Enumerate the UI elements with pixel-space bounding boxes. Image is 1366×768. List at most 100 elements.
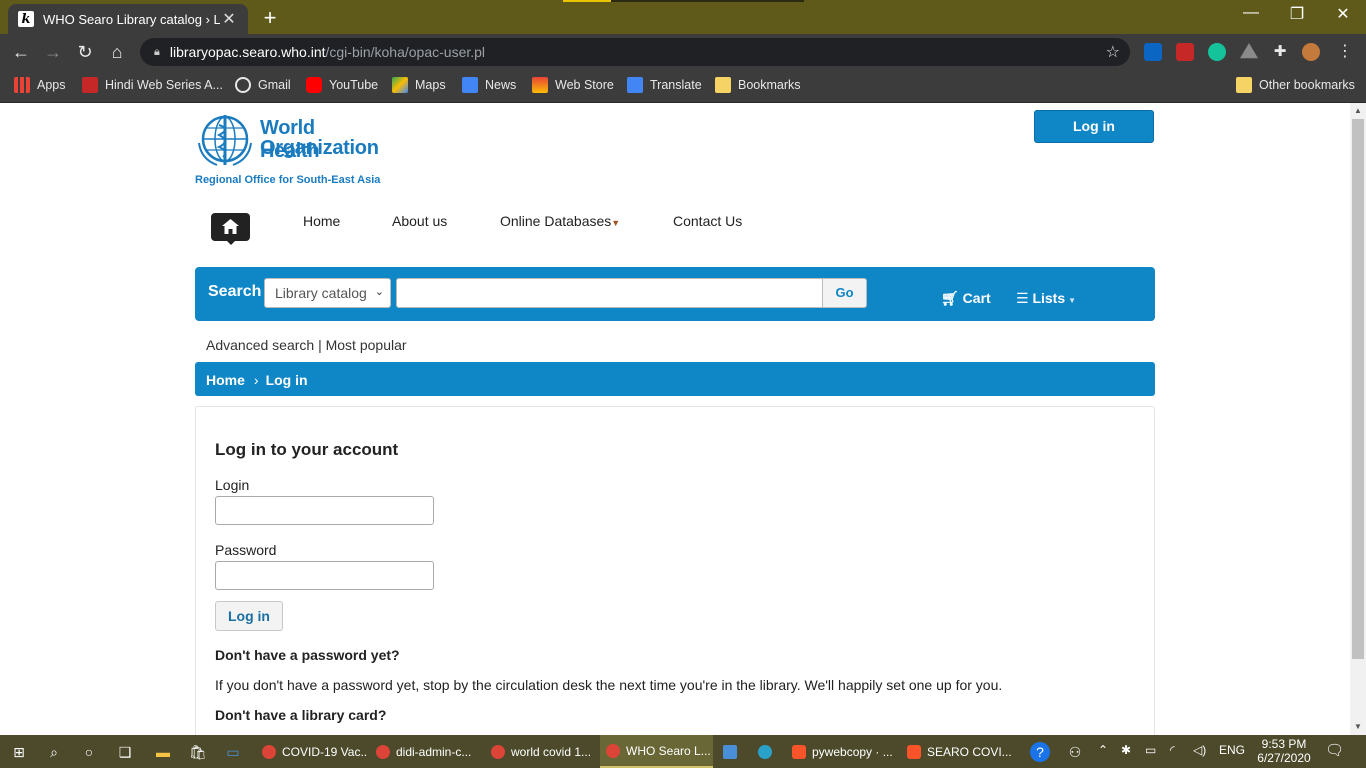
new-tab-button[interactable]: + bbox=[258, 5, 282, 31]
bookmark-bookmarks-folder[interactable]: Bookmarks bbox=[715, 77, 801, 93]
taskbar-app-world-covid[interactable]: world covid 1... bbox=[485, 735, 597, 768]
bookmark-youtube[interactable]: YouTube bbox=[306, 77, 378, 93]
file-explorer-icon[interactable]: ▬ bbox=[153, 742, 173, 762]
search-input[interactable] bbox=[396, 278, 823, 308]
taskbar-app-who-searo[interactable]: WHO Searo L... bbox=[600, 735, 713, 768]
bookmark-news[interactable]: News bbox=[462, 77, 516, 93]
profile-avatar[interactable] bbox=[1302, 43, 1320, 61]
extensions-puzzle-icon[interactable]: ✚ bbox=[1271, 43, 1289, 61]
restore-icon[interactable]: ❐ bbox=[1274, 4, 1320, 24]
bookmark-translate[interactable]: Translate bbox=[627, 77, 702, 93]
task-view-icon[interactable]: ❑ bbox=[115, 742, 135, 762]
scroll-up-icon[interactable]: ▲ bbox=[1350, 103, 1366, 119]
bookmark-apps[interactable]: Apps bbox=[14, 77, 66, 93]
cortana-icon[interactable]: ○ bbox=[79, 742, 99, 762]
cart-label: Cart bbox=[962, 290, 991, 306]
windows-taskbar: ⊞ ⌕ ○ ❑ ▬ 🛍︎ ▭ COVID-19 Vac... didi-admi… bbox=[0, 735, 1366, 768]
bookmark-label: Other bookmarks bbox=[1259, 78, 1355, 92]
bookmark-label: Apps bbox=[37, 78, 66, 92]
monitor-icon[interactable]: ▭ bbox=[223, 742, 243, 762]
password-field[interactable] bbox=[215, 561, 434, 590]
translate-icon bbox=[627, 77, 643, 93]
logo-subtitle: Regional Office for South-East Asia bbox=[195, 174, 381, 186]
back-icon[interactable]: ← bbox=[9, 40, 33, 64]
taskbar-app-edge[interactable] bbox=[752, 735, 782, 768]
drive-icon[interactable] bbox=[1240, 43, 1258, 59]
cart-link[interactable]: 🛒︎ Cart bbox=[941, 290, 991, 307]
address-bar[interactable]: 🔒︎ libraryopac.searo.who.int/cgi-bin/koh… bbox=[140, 38, 1130, 66]
volume-icon[interactable]: ◁) bbox=[1193, 743, 1206, 757]
who-logo[interactable]: World Health Organization Regional Offic… bbox=[195, 111, 380, 186]
advanced-search-link[interactable]: Advanced search bbox=[206, 337, 314, 353]
breadcrumb-current[interactable]: Log in bbox=[266, 372, 308, 388]
bookmark-extension-icon[interactable] bbox=[1176, 43, 1194, 61]
close-window-icon[interactable]: ✕ bbox=[1320, 4, 1366, 24]
header-login-button[interactable]: Log in bbox=[1034, 110, 1154, 143]
brave-icon bbox=[907, 744, 921, 759]
browser-tab-active[interactable]: k WHO Searo Library catalog › Log ✕ bbox=[8, 4, 248, 34]
bookmark-gmail[interactable]: Gmail bbox=[235, 77, 291, 93]
taskbar-app-mail[interactable] bbox=[717, 735, 747, 768]
menu-kebab-icon[interactable]: ⋮ bbox=[1336, 43, 1354, 61]
scrollbar-thumb[interactable] bbox=[1352, 119, 1364, 659]
search-scope-value: Library catalog bbox=[275, 285, 367, 301]
login-submit-button[interactable]: Log in bbox=[215, 601, 283, 631]
taskbar-app-pywebcopy[interactable]: pywebcopy · ... bbox=[786, 735, 898, 768]
linkedin-extension-icon[interactable] bbox=[1144, 43, 1162, 61]
bookmark-other-bookmarks[interactable]: Other bookmarks bbox=[1236, 77, 1355, 93]
battery-icon[interactable]: ▭ bbox=[1145, 743, 1156, 757]
most-popular-link[interactable]: Most popular bbox=[326, 337, 407, 353]
maps-icon bbox=[392, 77, 408, 93]
grammarly-icon[interactable] bbox=[1208, 43, 1226, 61]
lists-menu[interactable]: ☰ Lists ▼ bbox=[1016, 290, 1076, 307]
bookmark-web-store[interactable]: Web Store bbox=[532, 77, 614, 93]
bookmark-label: Hindi Web Series A... bbox=[105, 78, 223, 92]
clock-time: 9:53 PM bbox=[1261, 737, 1307, 751]
nav-home[interactable]: Home bbox=[303, 213, 340, 229]
tray-chevron-up-icon[interactable]: ⌃ bbox=[1098, 743, 1108, 757]
folder-icon bbox=[715, 77, 731, 93]
nav-contact-us[interactable]: Contact Us bbox=[673, 213, 742, 229]
bookmark-maps[interactable]: Maps bbox=[392, 77, 446, 93]
nav-online-databases[interactable]: Online Databases▼ bbox=[500, 213, 620, 229]
system-clock[interactable]: 9:53 PM 6/27/2020 bbox=[1253, 737, 1315, 765]
nav-about-us[interactable]: About us bbox=[392, 213, 447, 229]
bookmark-star-icon[interactable]: ☆ bbox=[1106, 42, 1120, 62]
bookmark-hindi-web-series[interactable]: Hindi Web Series A... bbox=[82, 77, 223, 93]
search-scope-select[interactable]: Library catalog ⌄ bbox=[264, 278, 391, 308]
breadcrumb-home[interactable]: Home bbox=[206, 372, 245, 388]
language-indicator[interactable]: ENG bbox=[1219, 743, 1245, 757]
minimize-icon[interactable]: — bbox=[1228, 4, 1274, 22]
no-card-heading: Don't have a library card? bbox=[215, 707, 387, 723]
scroll-down-icon[interactable]: ▼ bbox=[1350, 719, 1366, 735]
slack-icon[interactable]: ✱ bbox=[1121, 743, 1131, 757]
login-field-label: Login bbox=[215, 477, 250, 493]
windows-start-icon[interactable]: ⊞ bbox=[9, 742, 29, 762]
brave-icon bbox=[792, 744, 806, 759]
notification-icon[interactable]: 🗨︎ bbox=[1325, 741, 1344, 759]
login-field[interactable] bbox=[215, 496, 434, 525]
people-icon[interactable]: ⚇ bbox=[1065, 742, 1085, 762]
page-scrollbar[interactable]: ▲ ▼ bbox=[1350, 103, 1366, 735]
forward-icon[interactable]: → bbox=[41, 40, 65, 64]
help-icon[interactable]: ? bbox=[1030, 742, 1050, 762]
home-icon[interactable]: ⌂ bbox=[105, 40, 129, 64]
search-go-button[interactable]: Go bbox=[822, 278, 867, 308]
tab-title: WHO Searo Library catalog › Log bbox=[43, 11, 220, 27]
taskbar-app-searo-covid[interactable]: SEARO COVI... bbox=[901, 735, 1013, 768]
tab-close-icon[interactable]: ✕ bbox=[220, 9, 238, 29]
home-nav-icon[interactable] bbox=[211, 213, 250, 245]
folder-icon bbox=[1236, 77, 1252, 93]
wifi-icon[interactable]: ◜ bbox=[1170, 743, 1175, 757]
koha-favicon-icon: k bbox=[18, 11, 34, 27]
store-icon[interactable]: 🛍︎ bbox=[188, 742, 208, 762]
chrome-icon bbox=[491, 744, 505, 759]
bookmark-label: Translate bbox=[650, 78, 702, 92]
taskbar-app-covid-vac[interactable]: COVID-19 Vac... bbox=[256, 735, 368, 768]
bookmark-label: Gmail bbox=[258, 78, 291, 92]
taskbar-app-didi-admin[interactable]: didi-admin-c... bbox=[370, 735, 482, 768]
search-icon[interactable]: ⌕ bbox=[44, 742, 64, 762]
reload-icon[interactable]: ↻ bbox=[73, 40, 97, 64]
clock-date: 6/27/2020 bbox=[1257, 751, 1311, 765]
taskbar-app-label: didi-admin-c... bbox=[396, 744, 472, 759]
